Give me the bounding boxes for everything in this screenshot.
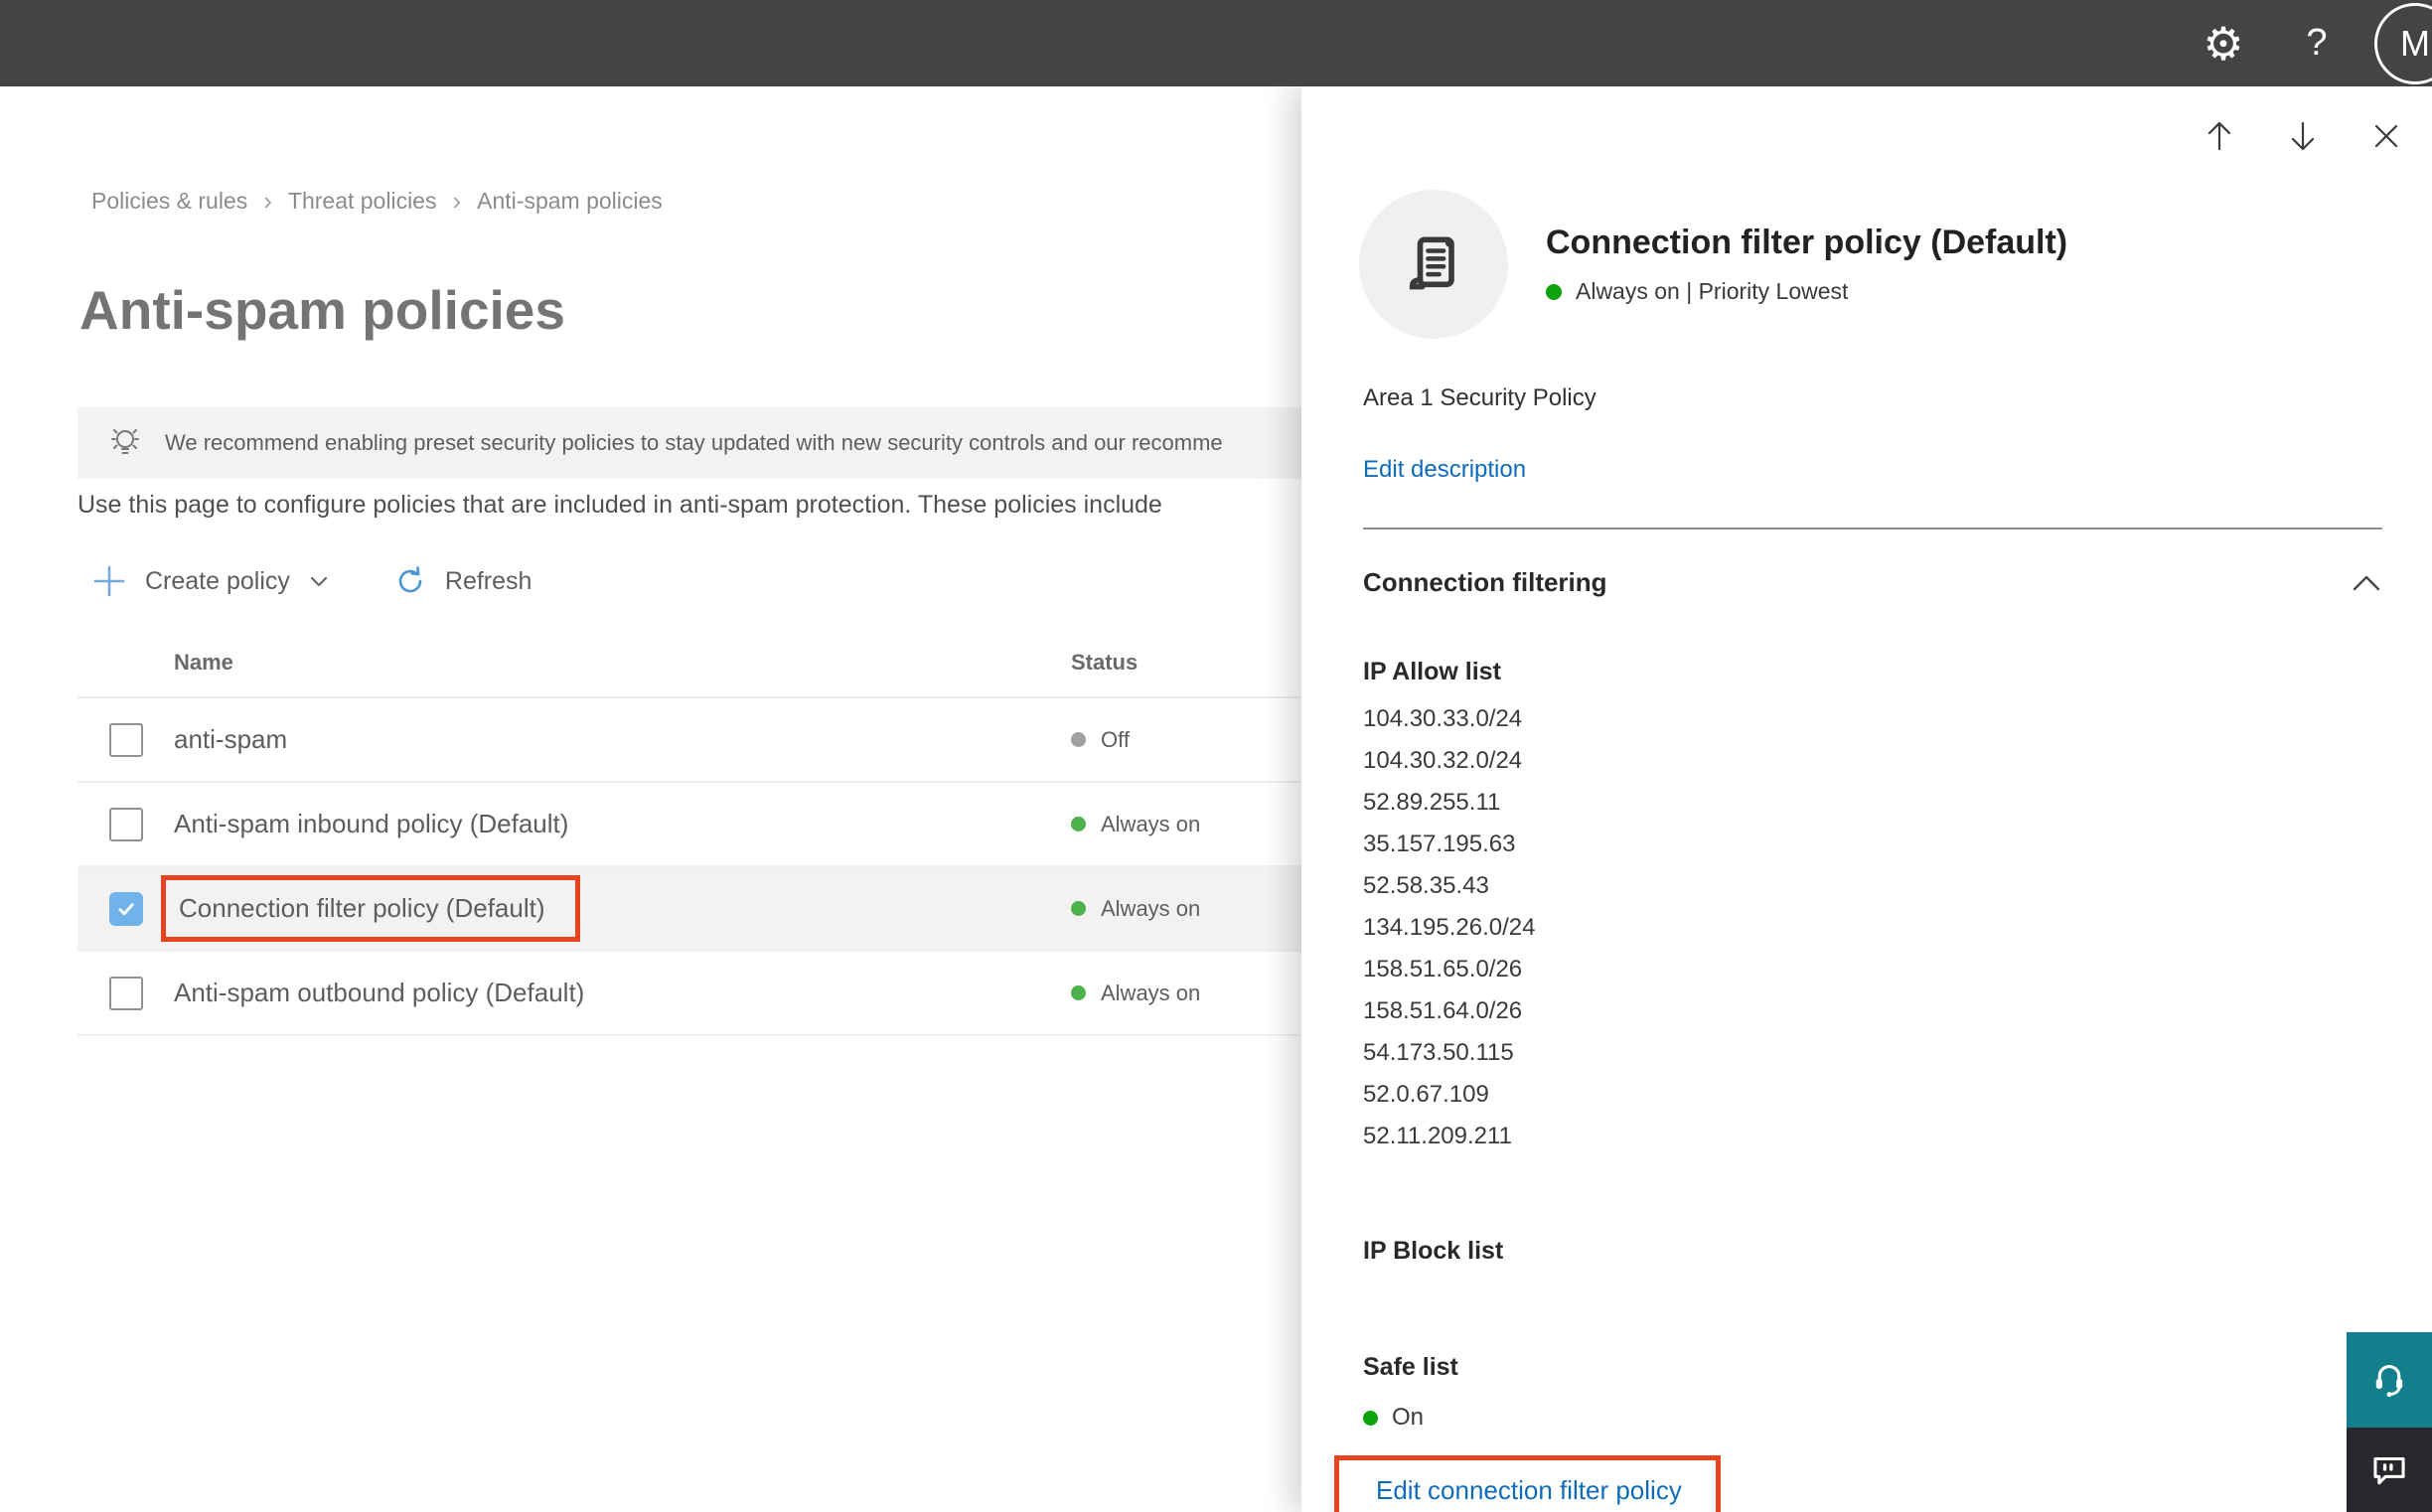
support-headset-button[interactable]: [2347, 1332, 2432, 1428]
status-dot-on: [1071, 817, 1086, 832]
flyout-title: Connection filter policy (Default): [1546, 224, 2068, 261]
account-avatar[interactable]: M: [2374, 2, 2432, 84]
row-checkbox[interactable]: [109, 976, 143, 1010]
status-label: Off: [1101, 726, 1130, 752]
ip-entry: 158.51.65.0/26: [1363, 956, 1523, 983]
ip-entry: 134.195.26.0/24: [1363, 914, 1536, 941]
ip-block-list-heading: IP Block list: [1363, 1237, 1504, 1265]
policy-description: Area 1 Security Policy: [1363, 384, 1596, 411]
safe-list-status-label: On: [1392, 1404, 1425, 1431]
flyout-nav: [2198, 114, 2408, 158]
edit-connection-filter-policy-highlight-box: Edit connection filter policy: [1334, 1455, 1721, 1512]
row-checkbox[interactable]: [109, 722, 143, 757]
ip-entry: 35.157.195.63: [1363, 831, 1516, 857]
status-dot-on: [1546, 283, 1562, 300]
edit-description-link[interactable]: Edit description: [1363, 456, 2382, 484]
policy-name-link[interactable]: anti-spam: [174, 724, 287, 755]
column-header-name[interactable]: Name: [174, 650, 233, 676]
ip-entry: 52.0.67.109: [1363, 1081, 1489, 1108]
policy-name-link-highlighted[interactable]: Connection filter policy (Default): [161, 875, 580, 942]
refresh-button[interactable]: Refresh: [393, 564, 532, 598]
plus-icon: [91, 563, 127, 599]
status-cell: Always on: [1071, 981, 1200, 1006]
refresh-icon: [393, 564, 427, 598]
banner-text: We recommend enabling preset security po…: [165, 430, 1223, 455]
status-cell: Always on: [1071, 812, 1200, 837]
safe-list-heading: Safe list: [1363, 1353, 1458, 1381]
status-dot-off: [1071, 732, 1086, 747]
feedback-chat-icon: [2366, 1447, 2412, 1493]
help-icon[interactable]: ?: [2303, 22, 2331, 65]
breadcrumb-separator-icon: ›: [263, 186, 272, 216]
policy-name-link[interactable]: Anti-spam outbound policy (Default): [174, 978, 584, 1008]
previous-item-arrow-up-icon[interactable]: [2198, 114, 2241, 158]
column-header-status[interactable]: Status: [1071, 650, 1138, 676]
flyout-header-text: Connection filter policy (Default) Alway…: [1546, 224, 2067, 305]
chevron-up-icon[interactable]: [2351, 573, 2382, 593]
ip-entry: 52.58.35.43: [1363, 872, 1489, 899]
create-policy-label: Create policy: [145, 566, 290, 595]
breadcrumb-policies-rules[interactable]: Policies & rules: [91, 188, 247, 215]
flyout-status: Always on | Priority Lowest: [1546, 278, 2067, 305]
status-dot-on: [1071, 901, 1086, 916]
status-dot-on: [1071, 985, 1086, 1000]
flyout-status-label: Always on | Priority Lowest: [1576, 278, 1849, 304]
row-checkbox[interactable]: [109, 807, 143, 841]
breadcrumb-threat-policies[interactable]: Threat policies: [288, 188, 437, 215]
lightbulb-icon: [105, 423, 145, 463]
status-label: Always on: [1101, 895, 1201, 921]
status-label: Always on: [1101, 811, 1201, 836]
create-policy-button[interactable]: Create policy: [91, 563, 332, 599]
row-checkbox-checked[interactable]: [109, 891, 143, 926]
status-dot-on: [1363, 1410, 1378, 1426]
policy-details-flyout: Connection filter policy (Default) Alway…: [1301, 86, 2432, 1512]
close-icon[interactable]: [2364, 114, 2408, 158]
status-label: Always on: [1101, 980, 1201, 1005]
edit-connection-filter-policy-link[interactable]: Edit connection filter policy: [1376, 1475, 1682, 1505]
headset-icon: [2367, 1358, 2411, 1402]
ip-allow-list-heading: IP Allow list: [1363, 658, 1501, 685]
ip-entry: 52.89.255.11: [1363, 789, 1501, 816]
ip-entry: 158.51.64.0/26: [1363, 997, 1523, 1024]
policy-name-link[interactable]: Anti-spam inbound policy (Default): [174, 809, 568, 839]
settings-gear-icon[interactable]: ⚙: [2200, 17, 2247, 71]
flyout-header: Connection filter policy (Default) Alway…: [1359, 190, 2382, 339]
status-cell: Always on: [1071, 896, 1200, 922]
support-widgets: [2347, 1332, 2432, 1512]
section-title: Connection filtering: [1363, 567, 1607, 597]
next-item-arrow-down-icon[interactable]: [2281, 114, 2325, 158]
refresh-label: Refresh: [444, 566, 532, 595]
ip-entry: 104.30.33.0/24: [1363, 705, 1523, 732]
status-cell: Off: [1071, 727, 1130, 753]
ip-entry: 54.173.50.115: [1363, 1039, 1514, 1066]
feedback-button[interactable]: [2347, 1428, 2432, 1512]
ip-allow-list: 104.30.33.0/24 104.30.32.0/24 52.89.255.…: [1363, 698, 2382, 1157]
ip-entry: 52.11.209.211: [1363, 1123, 1512, 1149]
divider: [1363, 528, 2382, 529]
ip-entry: 104.30.32.0/24: [1363, 747, 1523, 774]
connection-filtering-section-header[interactable]: Connection filtering: [1363, 567, 2382, 598]
chevron-down-icon: [306, 568, 332, 594]
top-app-bar: ⚙ ? M: [0, 0, 2432, 86]
policy-scroll-icon: [1359, 190, 1508, 339]
safe-list-status: On: [1363, 1404, 2382, 1432]
breadcrumb-anti-spam-policies[interactable]: Anti-spam policies: [477, 188, 663, 215]
breadcrumb-separator-icon: ›: [452, 186, 462, 216]
